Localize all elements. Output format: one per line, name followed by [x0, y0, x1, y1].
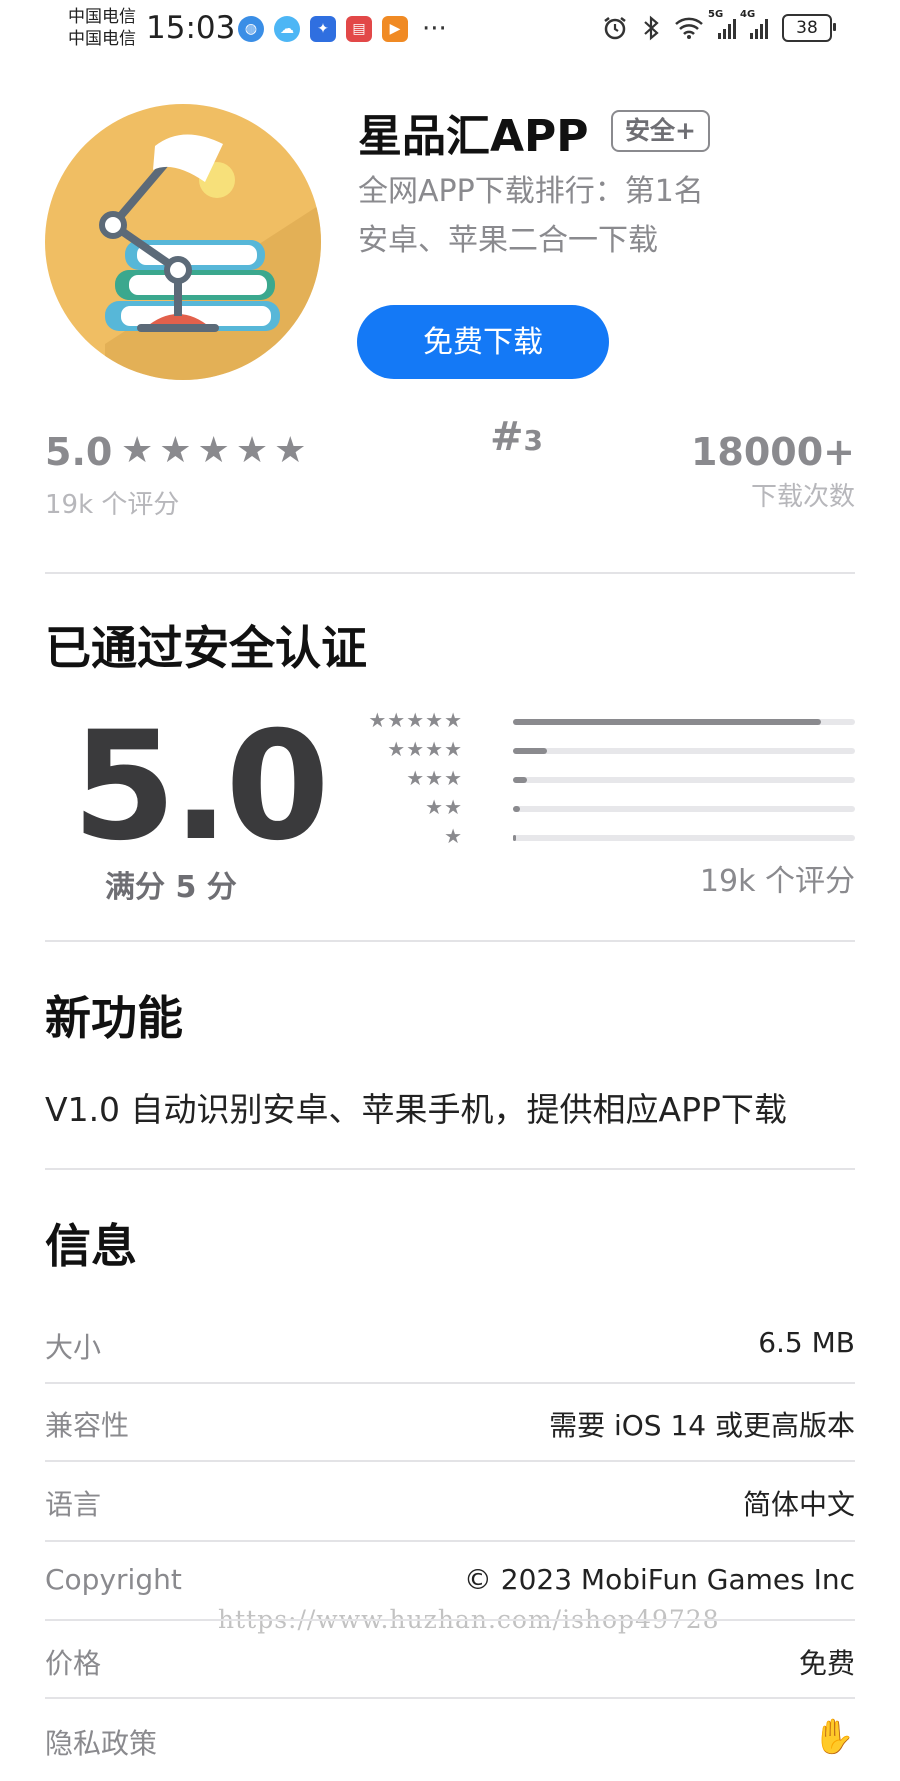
rating-bar [513, 719, 855, 725]
info-label-size: 大小 [45, 1331, 102, 1364]
ratings-count-label: 19k 个评分 [699, 864, 855, 899]
info-title: 信息 [45, 1219, 137, 1273]
star-row-label: ★★ [425, 795, 463, 819]
rating-count: 19k 个评分 [45, 490, 180, 520]
rating-bar [513, 835, 855, 841]
carrier-1: 中国电信 [68, 7, 136, 27]
globe-app-icon: ◍ [238, 16, 264, 42]
cloud-app-icon: ☁ [274, 16, 300, 42]
rank-number: 3 [523, 424, 543, 457]
divider [45, 1168, 855, 1170]
book-app-icon: ▤ [346, 16, 372, 42]
notification-icons: ◍ ☁ ✦ ▤ ▶ ··· [238, 16, 447, 42]
divider [45, 1382, 855, 1384]
download-button[interactable]: 免费下载 [357, 305, 609, 379]
wifi-icon [675, 17, 703, 39]
downloads-label: 下载次数 [750, 482, 855, 512]
network-type-1: 5G [708, 9, 724, 20]
security-badge: 安全+ [611, 110, 710, 152]
info-value-language: 简体中文 [742, 1488, 855, 1521]
ranking-line: 全网APP下载排行：第1名 [358, 174, 704, 209]
status-time: 15:03 [146, 10, 236, 46]
rating-bar [513, 806, 855, 812]
info-label-copyright: Copyright [45, 1563, 182, 1596]
big-score: 5.0 [72, 700, 330, 874]
divider [45, 1697, 855, 1699]
rating-bar-fill [513, 806, 520, 812]
signal-icon-2: 4G [740, 9, 768, 39]
privacy-policy-link[interactable]: 隐私政策 [45, 1722, 157, 1762]
hand-icon[interactable]: ✋ [813, 1717, 855, 1757]
whats-new-title: 新功能 [45, 991, 183, 1045]
star-row-label: ★★★★ [387, 737, 463, 761]
bulb-app-icon: ✦ [310, 16, 336, 42]
carrier-labels: 中国电信 中国电信 [68, 6, 136, 50]
divider [45, 572, 855, 574]
info-value-price: 免费 [798, 1647, 855, 1680]
status-right: 5G 4G 38 [602, 9, 836, 42]
divider [45, 1619, 855, 1621]
rating-bar [513, 748, 855, 754]
carrier-2: 中国电信 [68, 29, 136, 49]
whats-new-text: V1.0 自动识别安卓、苹果手机，提供相应APP下载 [45, 1090, 787, 1129]
star-row-label: ★★★ [406, 766, 463, 790]
rank-hash: # [490, 414, 524, 460]
divider [45, 1540, 855, 1542]
info-value-size: 6.5 MB [758, 1326, 855, 1359]
platform-line: 安卓、苹果二合一下载 [358, 223, 658, 258]
divider [45, 1460, 855, 1462]
downloads-value: 18000+ [690, 430, 855, 474]
star-row-label: ★ [444, 824, 463, 848]
rating-bar-fill [513, 748, 548, 754]
info-label-compat: 兼容性 [45, 1409, 130, 1442]
divider [45, 940, 855, 942]
ratings-section-title: 已通过安全认证 [45, 621, 367, 675]
max-score-label: 满分 5 分 [105, 870, 237, 905]
rating-bar-fill [513, 835, 517, 841]
rating-bar-fill [513, 719, 821, 725]
info-value-compat: 需要 iOS 14 或更高版本 [549, 1409, 855, 1442]
rating-stars: ★★★★★ [121, 430, 313, 471]
status-bar: 中国电信 中国电信 15:03 ◍ ☁ ✦ ▤ ▶ ··· 5G 4G 38 [0, 0, 900, 62]
battery-icon: 38 [782, 14, 836, 42]
app-title: 星品汇APP [358, 111, 589, 162]
rank-value: #3 [490, 414, 543, 460]
play-app-icon: ▶ [382, 16, 408, 42]
info-value-copyright: © 2023 MobiFun Games Inc [463, 1563, 855, 1596]
info-label-language: 语言 [45, 1488, 102, 1521]
alarm-icon [604, 17, 626, 40]
info-label-price: 价格 [45, 1647, 102, 1680]
desk-lamp-books-icon [45, 104, 321, 380]
signal-icon: 5G [708, 9, 736, 39]
rating-value: 5.0 [45, 430, 113, 474]
network-type-2: 4G [740, 9, 756, 20]
more-notifications-icon: ··· [422, 14, 447, 44]
rating-bar [513, 777, 855, 783]
bluetooth-icon [644, 15, 659, 41]
rating-bar-fill [513, 777, 527, 783]
star-row-label: ★★★★★ [368, 708, 463, 732]
